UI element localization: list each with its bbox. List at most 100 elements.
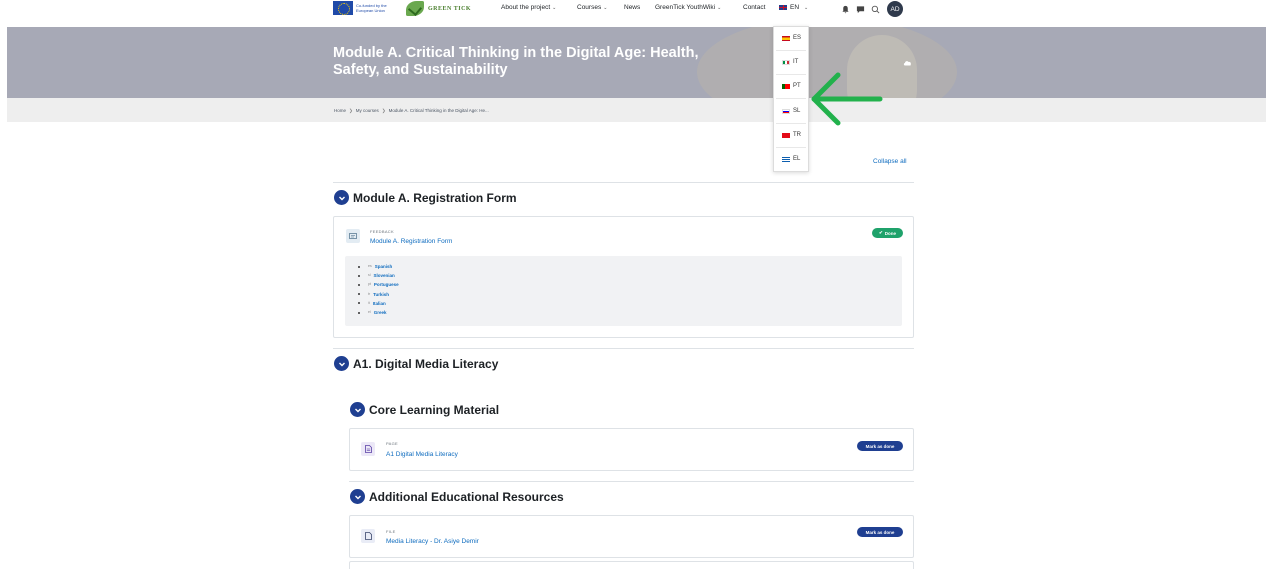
language-link[interactable]: Slovenian <box>374 271 395 280</box>
italy-flag-icon <box>782 59 790 65</box>
language-link[interactable]: Italian <box>373 299 386 308</box>
nav-courses[interactable]: Courses ⌄ <box>577 4 607 11</box>
chevron-down-icon[interactable] <box>350 489 365 504</box>
nav-news[interactable]: News <box>624 4 640 11</box>
language-link[interactable]: Portuguese <box>374 280 399 289</box>
breadcrumb-my-courses[interactable]: My courses <box>356 108 379 114</box>
eu-flag-icon <box>333 1 353 15</box>
language-option-label: ES <box>793 35 802 41</box>
language-code: tr <box>368 291 371 296</box>
chevron-down-icon: ⌄ <box>603 5 608 11</box>
breadcrumb-current-course[interactable]: Module A. Critical Thinking in the Digit… <box>389 108 489 114</box>
chevron-down-icon[interactable] <box>334 356 349 371</box>
chevron-down-icon: ⌄ <box>552 5 557 11</box>
chevron-down-icon: ⌄ <box>717 5 722 11</box>
chat-icon[interactable] <box>855 4 865 14</box>
nav-item-label: About the project <box>501 4 551 11</box>
language-code: pt <box>368 282 371 287</box>
nav-about-the-project[interactable]: About the project ⌄ <box>501 4 556 11</box>
chevron-down-icon[interactable] <box>334 190 349 205</box>
eu-cofunded-logo: Co-funded by the European Union <box>333 0 403 16</box>
language-code: sl <box>368 273 371 278</box>
collapse-all-link[interactable]: Collapse all <box>873 158 907 165</box>
section-header[interactable]: Module A. Registration Form <box>334 190 517 205</box>
language-option-label: PT <box>793 83 801 89</box>
language-link[interactable]: Spanish <box>375 262 393 271</box>
language-option-es[interactable]: ES <box>782 35 801 41</box>
nav-contact[interactable]: Contact <box>743 4 765 11</box>
language-code: es <box>368 264 372 268</box>
current-language: EN <box>790 4 800 11</box>
check-icon: ✔ <box>878 230 883 235</box>
cloud-icon <box>903 61 911 66</box>
activity-card <box>349 561 914 569</box>
section-title: A1. Digital Media Literacy <box>353 356 499 371</box>
language-code: it <box>368 300 370 305</box>
language-option-sl[interactable]: SL <box>782 108 800 114</box>
top-navbar: Co-funded by the European Union GREEN TI… <box>0 0 1266 26</box>
language-links-list: es Spanish sl Slovenian pt Portuguese tr Tur… <box>358 262 399 317</box>
subsection-header[interactable]: Core Learning Material <box>350 402 499 417</box>
divider <box>333 348 914 349</box>
nav-greentick-youthwiki[interactable]: GreenTick YouthWiki ⌄ <box>655 4 721 11</box>
list-item[interactable]: tr Turkish <box>358 290 399 299</box>
language-links-box <box>345 256 902 326</box>
activity-card <box>349 515 914 558</box>
language-code: el <box>368 310 371 315</box>
status-badge-label: Done <box>884 230 897 236</box>
file-icon <box>361 529 375 543</box>
subsection-header[interactable]: Additional Educational Resources <box>350 489 564 504</box>
turkey-flag-icon <box>782 132 790 138</box>
list-item[interactable]: es Spanish <box>358 262 399 271</box>
spain-flag-icon <box>782 35 790 41</box>
list-item[interactable]: el Greek <box>358 308 399 317</box>
list-item[interactable]: pt Portuguese <box>358 280 399 289</box>
nav-item-label: Courses <box>577 4 602 11</box>
breadcrumb-home[interactable]: Home <box>334 108 346 114</box>
activity-link[interactable]: A1 Digital Media Literacy <box>386 451 458 458</box>
page-icon <box>361 442 375 456</box>
nav-item-label: Contact <box>743 4 766 11</box>
greece-flag-icon <box>782 156 790 162</box>
divider <box>776 74 806 75</box>
page-title: Module A. Critical Thinking in the Digit… <box>333 45 699 78</box>
brand-name: GREEN TICK <box>428 5 472 12</box>
annotation-arrow-icon <box>811 72 883 126</box>
mark-as-done-button[interactable]: Mark as done <box>857 441 903 451</box>
chevron-right-icon: ❯ <box>381 108 386 113</box>
avatar[interactable]: AD <box>887 1 903 17</box>
language-option-el[interactable]: EL <box>782 156 800 162</box>
uk-flag-icon <box>779 5 787 10</box>
bell-icon[interactable] <box>840 4 850 14</box>
language-selector[interactable]: EN ⌄ <box>779 4 808 11</box>
greentick-logo[interactable]: GREEN TICK <box>406 0 471 17</box>
language-option-label: TR <box>793 132 801 138</box>
list-item[interactable]: it Italian <box>358 299 399 308</box>
greentick-leaf-icon <box>406 1 424 16</box>
language-option-label: IT <box>793 59 799 65</box>
user-actions: AD <box>840 1 903 17</box>
language-option-it[interactable]: IT <box>782 59 798 65</box>
mark-as-done-button[interactable]: Mark as done <box>857 527 903 537</box>
chevron-down-icon: ⌄ <box>804 4 809 11</box>
divider <box>776 123 806 124</box>
activity-link[interactable]: Media Literacy - Dr. Asiye Demir <box>386 538 479 545</box>
list-item[interactable]: sl Slovenian <box>358 271 399 280</box>
search-icon[interactable] <box>870 4 880 14</box>
language-option-tr[interactable]: TR <box>782 132 801 138</box>
nav-item-label: GreenTick YouthWiki <box>655 4 716 11</box>
chevron-down-icon[interactable] <box>350 402 365 417</box>
section-title: Module A. Registration Form <box>353 190 517 205</box>
feedback-icon <box>346 229 360 243</box>
divider <box>349 481 914 482</box>
language-option-pt[interactable]: PT <box>782 83 801 89</box>
language-link[interactable]: Turkish <box>373 290 389 299</box>
language-option-label: EL <box>793 156 801 162</box>
breadcrumb-bar <box>7 98 1266 122</box>
section-header[interactable]: A1. Digital Media Literacy <box>334 356 498 371</box>
portugal-flag-icon <box>782 83 790 89</box>
activity-link[interactable]: Module A. Registration Form <box>370 238 452 245</box>
divider <box>776 98 806 99</box>
divider <box>776 50 806 51</box>
language-link[interactable]: Greek <box>374 308 387 317</box>
